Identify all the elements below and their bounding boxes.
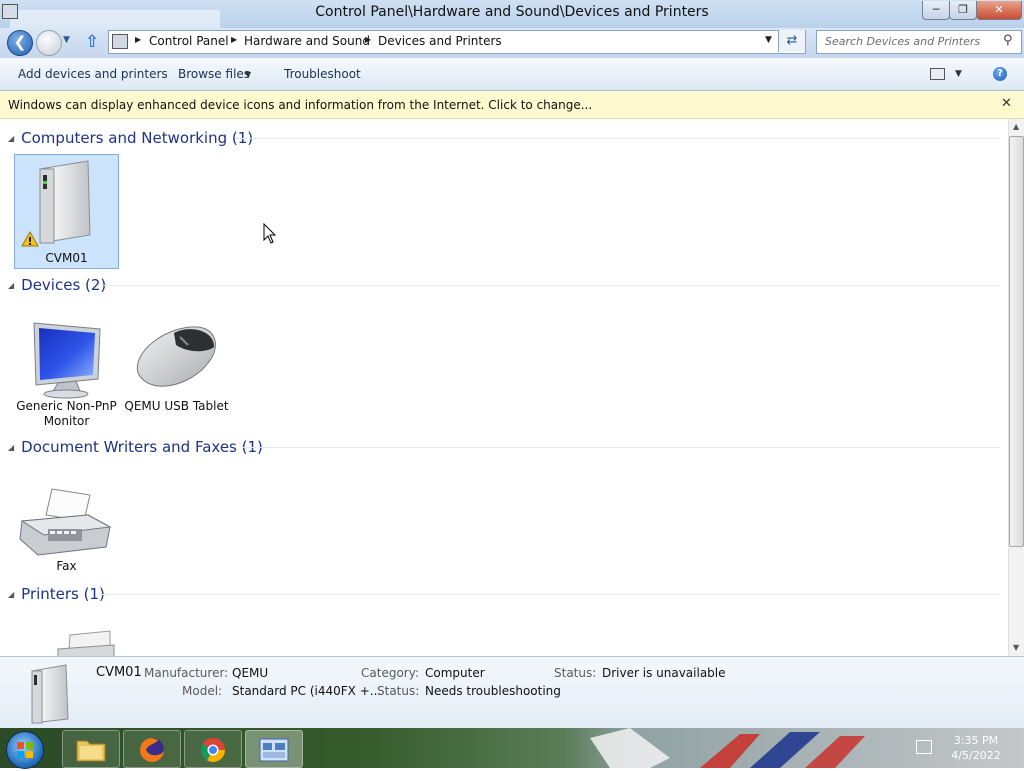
breadcrumb-control-panel[interactable]: Control Panel bbox=[149, 34, 229, 48]
status-label: Status: bbox=[554, 666, 597, 680]
collapse-triangle-icon[interactable]: ◢ bbox=[8, 590, 14, 599]
details-device-name: CVM01 bbox=[96, 665, 142, 680]
start-button[interactable] bbox=[6, 731, 44, 769]
search-input[interactable]: Search Devices and Printers ⚲ bbox=[816, 30, 1022, 54]
address-bar[interactable]: ▶ Control Panel ▶ Hardware and Sound ▶ D… bbox=[108, 30, 806, 54]
devices-content-pane: ◢ Computers and Networking (1) CVM01 ◢ Dev… bbox=[0, 119, 1008, 656]
taskbar-firefox[interactable] bbox=[123, 730, 181, 768]
restore-button[interactable]: ❐ bbox=[949, 1, 977, 20]
network-icon[interactable] bbox=[916, 740, 932, 754]
search-icon[interactable]: ⚲ bbox=[1003, 33, 1013, 48]
firefox-icon bbox=[140, 738, 164, 762]
manufacturer-label: Manufacturer: bbox=[144, 666, 229, 680]
group-title: Devices (2) bbox=[21, 276, 107, 294]
breadcrumb-hardware-and-sound[interactable]: Hardware and Sound bbox=[244, 34, 370, 48]
chevron-right-icon[interactable]: ▶ bbox=[135, 35, 141, 44]
taskbar-file-explorer[interactable] bbox=[62, 730, 120, 768]
device-label: Fax bbox=[56, 559, 77, 573]
collapse-triangle-icon[interactable]: ◢ bbox=[8, 134, 14, 143]
device-item-generic-monitor[interactable]: Generic Non-PnP Monitor bbox=[14, 319, 119, 431]
group-heading-document-writers[interactable]: ◢ Document Writers and Faxes (1) bbox=[8, 438, 263, 456]
taskbar-devices-and-printers[interactable] bbox=[245, 730, 303, 768]
breadcrumb-devices-and-printers[interactable]: Devices and Printers bbox=[378, 34, 502, 48]
wallpaper-graphic bbox=[590, 728, 865, 768]
collapse-triangle-icon[interactable]: ◢ bbox=[8, 443, 14, 452]
chevron-right-icon[interactable]: ▶ bbox=[365, 35, 371, 44]
device-item-printer[interactable] bbox=[18, 629, 118, 656]
group-title: Document Writers and Faxes (1) bbox=[21, 438, 263, 456]
scroll-up-icon[interactable]: ▲ bbox=[1013, 122, 1019, 131]
device-item-qemu-tablet[interactable]: QEMU USB Tablet bbox=[124, 319, 229, 431]
model-value: Standard PC (i440FX +... bbox=[232, 684, 382, 698]
group-title: Computers and Networking (1) bbox=[21, 129, 254, 147]
recent-pages-dropdown-icon[interactable]: ▼ bbox=[63, 35, 70, 45]
group-heading-printers[interactable]: ◢ Printers (1) bbox=[8, 585, 105, 603]
mouse-cursor-icon bbox=[263, 223, 277, 244]
group-divider bbox=[236, 138, 1000, 139]
troubleshoot-button[interactable]: Troubleshoot bbox=[284, 67, 361, 81]
device-label: Generic Non-PnP Monitor bbox=[16, 399, 117, 428]
minimize-button[interactable]: ─ bbox=[922, 1, 950, 20]
search-placeholder: Search Devices and Printers bbox=[825, 35, 981, 48]
computer-tower-icon bbox=[39, 160, 91, 244]
refresh-icon[interactable]: ⇄ bbox=[778, 30, 805, 52]
printer-icon bbox=[57, 630, 115, 656]
close-button[interactable]: ✕ bbox=[976, 1, 1022, 20]
computer-tower-icon bbox=[31, 664, 69, 724]
control-panel-icon bbox=[112, 34, 128, 49]
chevron-down-icon[interactable]: ▼ bbox=[245, 70, 251, 79]
category-value: Computer bbox=[425, 666, 485, 680]
scrollbar-thumb[interactable] bbox=[1009, 136, 1024, 547]
group-divider bbox=[242, 447, 1000, 448]
address-dropdown-icon[interactable]: ▼ bbox=[765, 35, 772, 45]
system-clock[interactable]: 3:35 PM 4/5/2022 bbox=[936, 733, 1016, 763]
browse-files-button[interactable]: Browse files bbox=[178, 67, 250, 81]
manufacturer-value: QEMU bbox=[232, 666, 269, 680]
device-label: QEMU USB Tablet bbox=[124, 399, 229, 413]
devices-and-printers-icon bbox=[259, 738, 289, 762]
chevron-right-icon[interactable]: ▶ bbox=[231, 35, 237, 44]
group-heading-computers[interactable]: ◢ Computers and Networking (1) bbox=[8, 129, 253, 147]
windows-logo-icon bbox=[17, 742, 33, 758]
device-label: CVM01 bbox=[45, 251, 88, 265]
up-level-icon[interactable]: ⇧ bbox=[85, 32, 99, 52]
group-heading-devices[interactable]: ◢ Devices (2) bbox=[8, 276, 106, 294]
details-pane: CVM01 Manufacturer: QEMU Model: Standard… bbox=[0, 656, 1024, 729]
mouse-icon bbox=[136, 326, 216, 387]
back-button[interactable]: ❮ bbox=[7, 30, 33, 56]
info-bar[interactable]: Windows can display enhanced device icon… bbox=[0, 91, 1024, 119]
change-view-icon[interactable] bbox=[930, 68, 945, 80]
window-title: Control Panel\Hardware and Sound\Devices… bbox=[315, 4, 709, 20]
status-value: Driver is unavailable bbox=[602, 666, 726, 680]
scroll-down-icon[interactable]: ▼ bbox=[1013, 643, 1019, 652]
model-label: Model: bbox=[182, 684, 223, 698]
view-options-dropdown-icon[interactable]: ▼ bbox=[955, 69, 962, 79]
status-label: Status: bbox=[377, 684, 420, 698]
info-bar-message[interactable]: Windows can display enhanced device icon… bbox=[8, 98, 592, 112]
status-value: Needs troubleshooting bbox=[425, 684, 561, 698]
group-title: Printers (1) bbox=[21, 585, 105, 603]
collapse-triangle-icon[interactable]: ◢ bbox=[8, 281, 14, 290]
group-divider bbox=[104, 285, 1000, 286]
add-devices-button[interactable]: Add devices and printers bbox=[18, 67, 168, 81]
clock-time: 3:35 PM bbox=[953, 734, 999, 747]
close-icon[interactable]: ✕ bbox=[1001, 96, 1012, 111]
taskbar-chrome[interactable] bbox=[184, 730, 242, 768]
file-explorer-icon bbox=[76, 740, 106, 762]
fax-icon bbox=[19, 488, 112, 556]
clock-date: 4/5/2022 bbox=[951, 749, 1001, 762]
forward-button[interactable] bbox=[36, 30, 62, 56]
category-label: Category: bbox=[361, 666, 419, 680]
device-item-cvm01[interactable]: CVM01 bbox=[14, 154, 119, 269]
monitor-icon bbox=[33, 322, 101, 399]
help-icon[interactable]: ? bbox=[993, 67, 1007, 81]
device-item-fax[interactable]: Fax bbox=[14, 485, 119, 581]
warning-icon bbox=[21, 231, 39, 247]
group-divider bbox=[100, 594, 1000, 595]
chrome-icon bbox=[200, 738, 225, 763]
